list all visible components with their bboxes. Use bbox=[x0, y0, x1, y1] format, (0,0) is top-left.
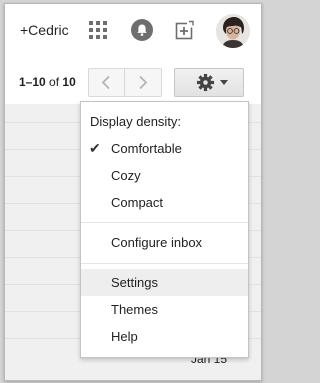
pagination-total: 10 bbox=[62, 75, 76, 89]
gear-icon bbox=[196, 73, 215, 92]
settings-menu: Display density: ✔ Comfortable Cozy Comp… bbox=[80, 101, 249, 358]
pagination-text: 1–10 of 10 bbox=[19, 75, 76, 89]
top-bar: +Cedric bbox=[5, 4, 261, 58]
density-cozy[interactable]: Cozy bbox=[81, 162, 248, 189]
menu-item-label: Themes bbox=[111, 302, 158, 317]
density-comfortable[interactable]: ✔ Comfortable bbox=[81, 135, 248, 162]
settings-item[interactable]: Settings bbox=[81, 269, 248, 296]
older-button[interactable] bbox=[89, 69, 125, 96]
pagination-of: of bbox=[45, 75, 63, 89]
chevron-left-icon bbox=[101, 75, 110, 90]
settings-button[interactable] bbox=[174, 68, 244, 97]
toolbar: 1–10 of 10 bbox=[5, 58, 261, 104]
menu-item-label: Settings bbox=[111, 275, 158, 290]
notifications-bell-icon[interactable] bbox=[131, 19, 153, 41]
menu-item-label: Help bbox=[111, 329, 138, 344]
menu-item-label: Compact bbox=[111, 195, 164, 210]
density-compact[interactable]: Compact bbox=[81, 189, 248, 216]
themes-item[interactable]: Themes bbox=[81, 296, 248, 323]
chevron-right-icon bbox=[139, 75, 148, 90]
help-item[interactable]: Help bbox=[81, 323, 248, 350]
menu-item-label: Cozy bbox=[111, 168, 141, 183]
pagination-nav bbox=[88, 68, 162, 97]
caret-down-icon bbox=[220, 80, 228, 85]
share-plus-icon[interactable] bbox=[175, 20, 195, 40]
menu-item-label: Configure inbox bbox=[111, 235, 203, 250]
menu-divider bbox=[81, 222, 248, 223]
menu-item-label: Comfortable bbox=[111, 141, 182, 156]
display-density-heading: Display density: bbox=[90, 114, 182, 129]
configure-inbox-item[interactable]: Configure inbox bbox=[81, 229, 248, 256]
checkmark-icon: ✔ bbox=[89, 140, 101, 156]
avatar[interactable] bbox=[216, 14, 250, 48]
gmail-window: +Cedric 1–10 of 10 Jan 15 Display densit… bbox=[4, 3, 262, 381]
apps-grid-icon[interactable] bbox=[89, 21, 107, 39]
newer-button[interactable] bbox=[125, 69, 160, 96]
profile-link[interactable]: +Cedric bbox=[20, 22, 69, 38]
menu-divider bbox=[81, 263, 248, 264]
pagination-range: 1–10 bbox=[19, 75, 46, 89]
